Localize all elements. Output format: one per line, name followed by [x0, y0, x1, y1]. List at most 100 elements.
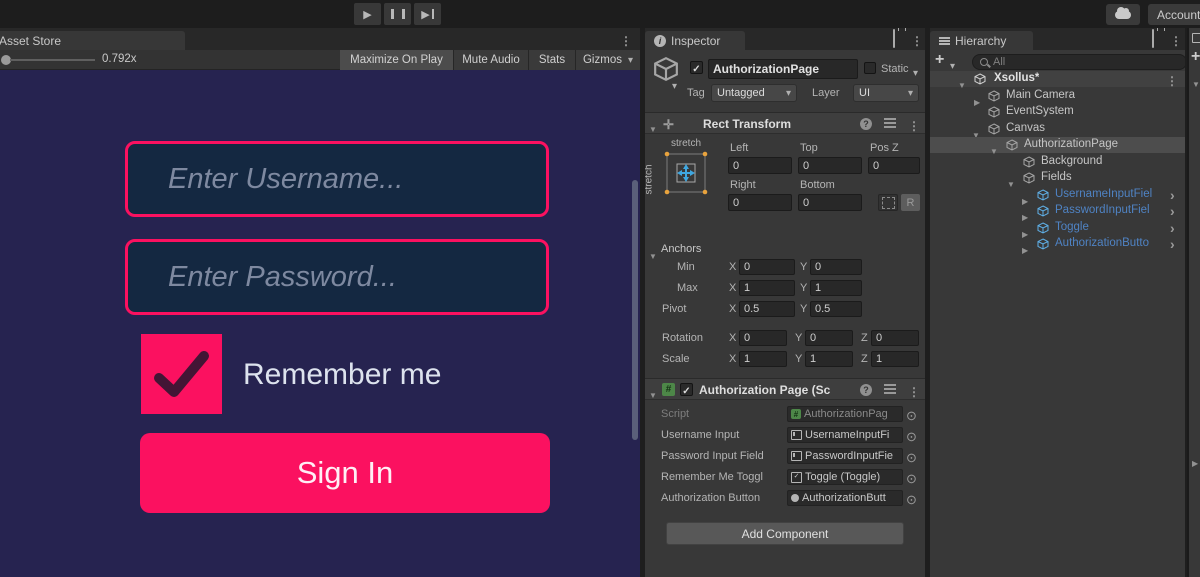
- raw-mode-button[interactable]: R: [901, 194, 920, 211]
- remember-me-checkbox[interactable]: [141, 334, 222, 414]
- object-name-field[interactable]: AuthorizationPage: [708, 59, 858, 79]
- posz-input[interactable]: 0: [868, 157, 920, 174]
- blueprint-mode-button[interactable]: [878, 194, 898, 211]
- step-button[interactable]: [414, 3, 441, 25]
- script-icon: #: [791, 409, 801, 419]
- pivot-x-input[interactable]: 0.5: [739, 301, 795, 317]
- username-input[interactable]: Enter Username...: [125, 141, 549, 217]
- object-picker-icon[interactable]: [906, 428, 917, 446]
- prefab-open-icon[interactable]: [1170, 187, 1175, 205]
- foldout-icon[interactable]: [649, 119, 657, 137]
- anchor-preset-widget[interactable]: [663, 150, 709, 196]
- pause-button[interactable]: [384, 3, 411, 25]
- maximize-on-play-button[interactable]: Maximize On Play: [340, 50, 454, 70]
- search-icon: [980, 58, 988, 66]
- unity-editor-window: Account Asset Store 0.792x Maximize On P…: [0, 0, 1200, 577]
- hierarchy-menu-icon[interactable]: [1170, 32, 1182, 50]
- rotation-y-input[interactable]: 0: [805, 330, 853, 346]
- component-menu-icon[interactable]: [908, 383, 920, 401]
- scale-z-input[interactable]: 1: [871, 351, 919, 367]
- lock-icon[interactable]: [1152, 29, 1154, 48]
- prefab-icon: [1037, 205, 1049, 217]
- authorization-button-object-field[interactable]: AuthorizationButt: [787, 490, 903, 506]
- hierarchy-item-background[interactable]: Background: [930, 154, 1185, 170]
- tag-dropdown[interactable]: Untagged: [711, 84, 797, 102]
- tab-asset-store[interactable]: Asset Store: [0, 31, 185, 50]
- rotation-x-input[interactable]: 0: [739, 330, 787, 346]
- presets-icon[interactable]: [884, 384, 896, 386]
- game-scrollbar[interactable]: [632, 180, 638, 440]
- add-component-button[interactable]: Add Component: [666, 522, 904, 545]
- remember-toggle-object-field[interactable]: ✓ Toggle (Toggle): [787, 469, 903, 485]
- prefab-open-icon[interactable]: [1170, 236, 1175, 254]
- password-input[interactable]: Enter Password...: [125, 239, 549, 315]
- object-picker-icon[interactable]: [906, 449, 917, 467]
- gizmos-dropdown[interactable]: Gizmos: [576, 50, 640, 70]
- anchors-max-x-input[interactable]: 1: [739, 280, 795, 296]
- search-input[interactable]: All: [972, 54, 1185, 70]
- pivot-y-input[interactable]: 0.5: [810, 301, 862, 317]
- cloud-services-button[interactable]: [1106, 4, 1140, 25]
- help-icon[interactable]: ?: [860, 118, 872, 130]
- blueprint-icon: [882, 197, 895, 209]
- left-input[interactable]: 0: [728, 157, 792, 174]
- create-button[interactable]: +: [935, 51, 944, 69]
- top-input[interactable]: 0: [798, 157, 862, 174]
- rotation-z-input[interactable]: 0: [871, 330, 919, 346]
- script-object-field[interactable]: # AuthorizationPag: [787, 406, 903, 422]
- play-button[interactable]: [354, 3, 381, 25]
- bottom-input[interactable]: 0: [798, 194, 862, 211]
- presets-icon[interactable]: [884, 118, 896, 120]
- object-picker-icon[interactable]: [906, 491, 917, 509]
- sign-in-button[interactable]: Sign In: [140, 433, 550, 513]
- static-checkbox[interactable]: [864, 62, 876, 74]
- gameobject-dropdown-icon[interactable]: [672, 76, 677, 94]
- username-input-object-field[interactable]: UsernameInputFi: [787, 427, 903, 443]
- hierarchy-item-fields[interactable]: Fields: [930, 170, 1185, 186]
- anchors-min-y-input[interactable]: 0: [810, 259, 862, 275]
- anchors-max-y-input[interactable]: 1: [810, 280, 862, 296]
- hierarchy-item-toggle[interactable]: Toggle: [930, 220, 1185, 236]
- hierarchy-item-main-camera[interactable]: Main Camera: [930, 88, 1185, 104]
- hierarchy-item-usernameinputfield[interactable]: UsernameInputFiel: [930, 187, 1185, 203]
- script-enabled-checkbox[interactable]: [680, 383, 693, 396]
- hierarchy-item-authorizationbutton[interactable]: AuthorizationButto: [930, 236, 1185, 252]
- right-input[interactable]: 0: [728, 194, 792, 211]
- hierarchy-item-canvas[interactable]: Canvas: [930, 121, 1185, 137]
- mute-audio-button[interactable]: Mute Audio: [454, 50, 529, 70]
- prefab-open-icon[interactable]: [1170, 203, 1175, 221]
- scale-x-input[interactable]: 1: [739, 351, 787, 367]
- rect-transform-header[interactable]: ✛ Rect Transform ?: [645, 112, 925, 134]
- hierarchy-item-eventsystem[interactable]: EventSystem: [930, 104, 1185, 120]
- scale-slider-track[interactable]: [10, 59, 95, 61]
- foldout-icon[interactable]: [649, 385, 657, 403]
- foldout-icon[interactable]: [1192, 453, 1198, 471]
- stats-button[interactable]: Stats: [529, 50, 576, 70]
- check-icon: [692, 59, 700, 77]
- scene-row[interactable]: Xsollus*: [930, 71, 1185, 87]
- prefab-open-icon[interactable]: [1170, 220, 1175, 238]
- object-picker-icon[interactable]: [906, 407, 917, 425]
- account-button[interactable]: Account: [1148, 4, 1200, 25]
- active-checkbox[interactable]: [690, 61, 703, 74]
- tab-inspector[interactable]: i Inspector: [645, 31, 745, 50]
- hierarchy-item-passwordinputfield[interactable]: PasswordInputFiel: [930, 203, 1185, 219]
- help-icon[interactable]: ?: [860, 384, 872, 396]
- lock-icon[interactable]: [893, 29, 895, 48]
- game-panel-menu-icon[interactable]: [620, 32, 632, 50]
- object-picker-icon[interactable]: [906, 470, 917, 488]
- anchors-foldout-icon[interactable]: [649, 246, 657, 264]
- tab-hierarchy[interactable]: Hierarchy: [930, 31, 1033, 50]
- static-dropdown-icon[interactable]: [913, 63, 918, 81]
- inspector-menu-icon[interactable]: [911, 32, 923, 50]
- authorization-page-script-header[interactable]: # Authorization Page (Sc ?: [645, 378, 925, 400]
- add-icon[interactable]: +: [1191, 48, 1200, 66]
- anchors-min-x-input[interactable]: 0: [739, 259, 795, 275]
- password-input-object-field[interactable]: PasswordInputFie: [787, 448, 903, 464]
- hierarchy-item-authorizationpage[interactable]: AuthorizationPage: [930, 137, 1185, 153]
- layer-dropdown[interactable]: UI: [853, 84, 919, 102]
- scale-y-input[interactable]: 1: [805, 351, 853, 367]
- component-menu-icon[interactable]: [908, 117, 920, 135]
- foldout-icon[interactable]: [1192, 74, 1200, 92]
- foldout-icon[interactable]: [1022, 240, 1028, 258]
